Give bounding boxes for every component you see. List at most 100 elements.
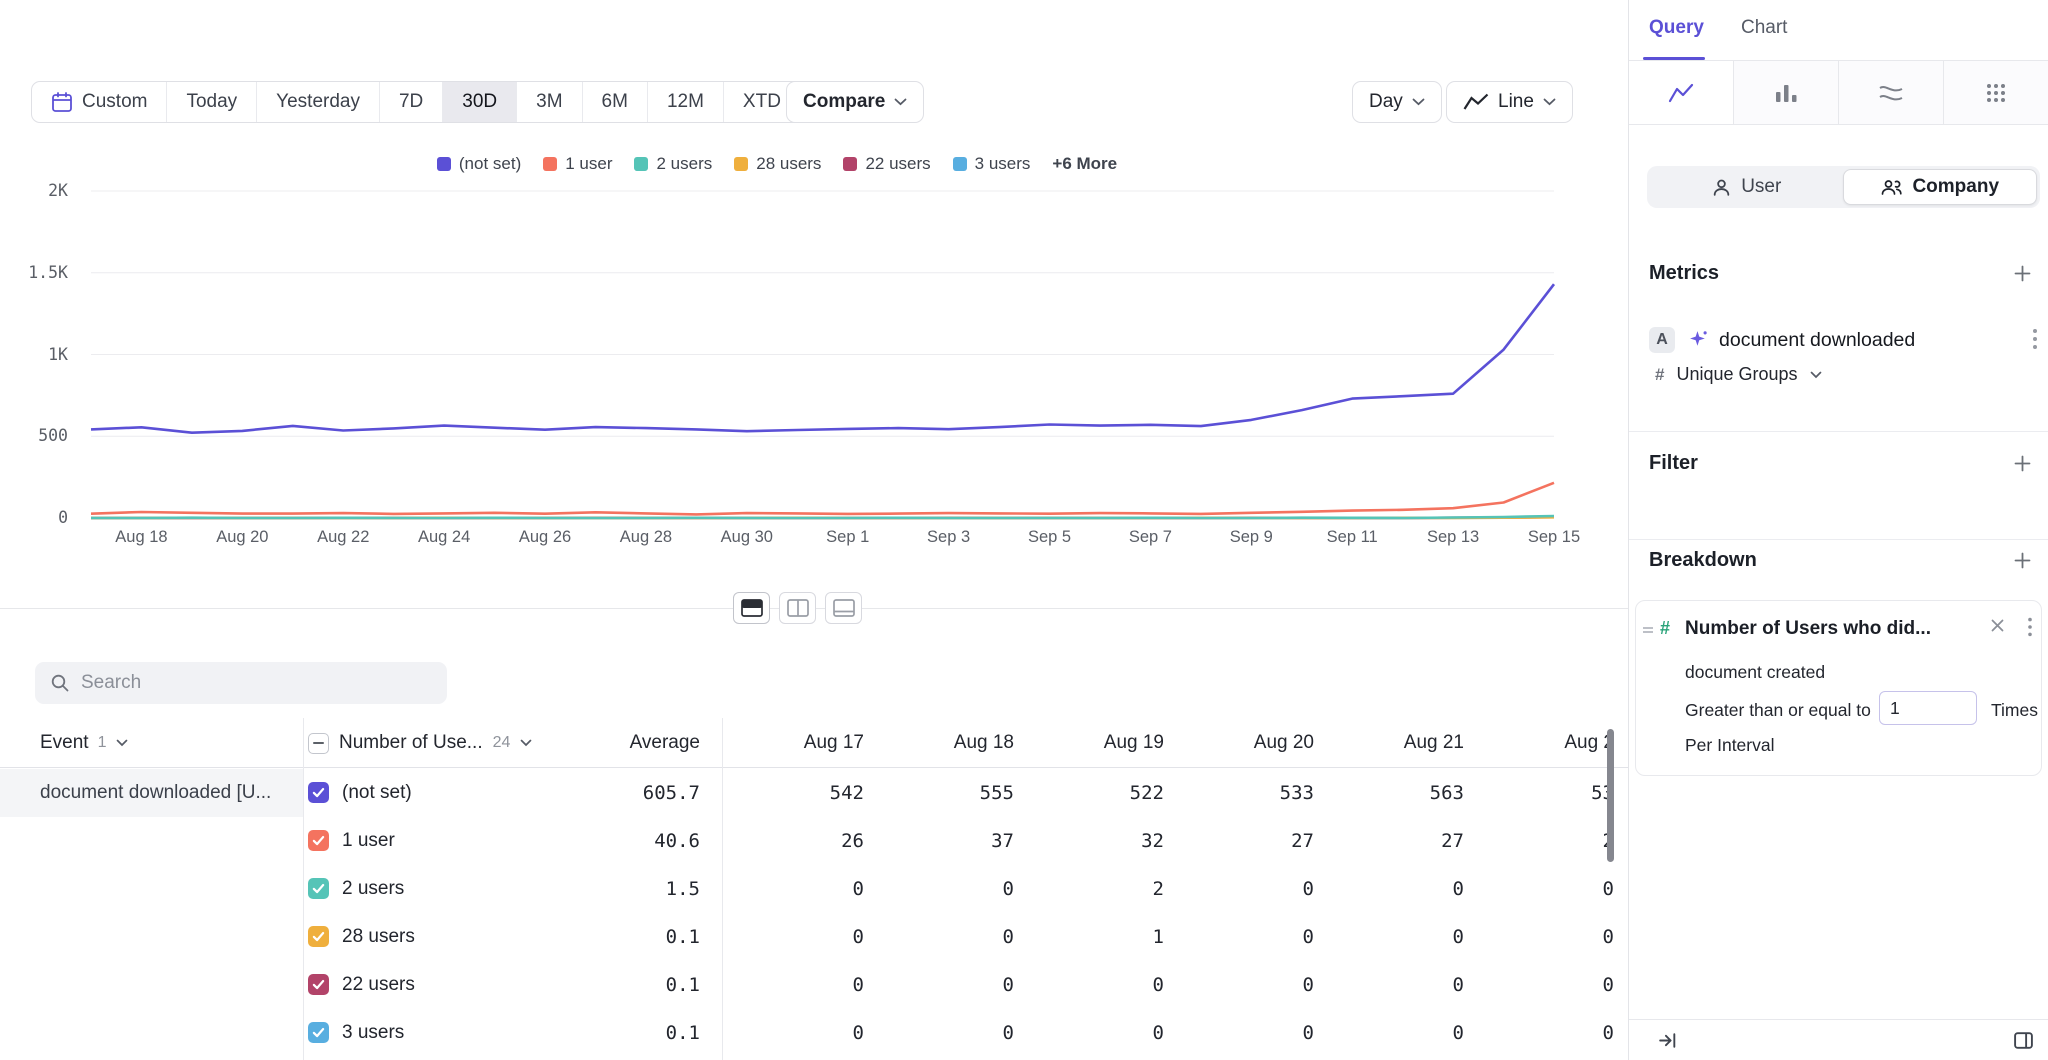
table-rows: (not set)605.7542555522533563531 user40.… [0,769,1628,1057]
legend-item[interactable]: 2 users [634,154,712,174]
toggle-company[interactable]: Company [1843,169,2038,205]
cell-value: 37 [872,817,1022,865]
cell-value: 522 [1022,769,1172,817]
legend-more[interactable]: +6 More [1052,154,1117,174]
chevron-down-icon [1810,371,1822,379]
series-checkbox[interactable] [308,926,329,947]
date-column-header: Aug 19 [1022,718,1172,768]
series-checkbox[interactable] [308,878,329,899]
series-label: 1 user [342,817,395,865]
cell-value: 0 [722,865,872,913]
search-input[interactable] [81,672,432,694]
group-column-label: Number of Use... [339,732,483,754]
select-all-checkbox[interactable] [308,733,329,754]
cell-value: 0 [1472,961,1622,1009]
series-line[interactable] [91,284,1554,433]
chart-legend: (not set) 1 user 2 users 28 users 22 users 3 … [0,154,1554,174]
date-column-header: Aug 20 [1172,718,1322,768]
cell-value: 0 [872,1009,1022,1057]
table-row: 1 user40.626373227272 [0,817,1628,865]
line-chart-svg[interactable] [91,191,1554,518]
row-values: 54255552253356353 [722,769,1622,817]
chart-only-view-icon[interactable] [779,592,816,624]
breakdown-operator[interactable]: Greater than or equal to [1685,700,1871,721]
date-column-header: Aug 17 [722,718,872,768]
chevron-down-icon [116,739,128,747]
series-line[interactable] [91,516,1554,518]
event-column-header[interactable]: Event 1 [40,718,128,768]
add-metric-button[interactable] [2013,264,2032,288]
cell-value: 0 [1472,865,1622,913]
tab-chart[interactable]: Chart [1741,17,1787,39]
group-column-header[interactable]: Number of Use... 24 [308,718,532,768]
x-axis-label: Sep 1 [798,528,898,547]
series-label: 3 users [342,1009,404,1057]
metric-event-name[interactable]: document downloaded [1719,329,1915,352]
series-checkbox[interactable] [308,830,329,851]
cell-value: 0 [1172,913,1322,961]
legend-item[interactable]: 28 users [734,154,821,174]
y-axis-label: 1K [10,345,68,364]
average-value: 605.7 [540,769,700,817]
legend-swatch [843,157,857,171]
cell-value: 0 [1472,913,1622,961]
more-chart-types-icon[interactable] [1944,61,2048,124]
series-line[interactable] [91,483,1554,515]
breakdown-per-interval[interactable]: Per Interval [1685,735,1774,756]
cell-value: 1 [1022,913,1172,961]
query-panel: Query Chart User Company Metrics A [1628,0,2048,1060]
number-property-icon: # [1655,365,1664,385]
breakdown-property-title[interactable]: Number of Users who did... [1685,618,1931,640]
tab-query[interactable]: Query [1649,17,1704,39]
segmentation-chart-icon[interactable] [1629,61,1734,124]
series-checkbox[interactable] [308,974,329,995]
cell-value: 32 [1022,817,1172,865]
legend-item[interactable]: (not set) [437,154,521,174]
collapse-panel-icon[interactable] [1657,1030,1678,1056]
breakdown-event-name[interactable]: document created [1685,662,1825,683]
toggle-user-label: User [1741,176,1781,198]
panel-layout-icon[interactable] [2013,1030,2034,1056]
toggle-company-label: Company [1912,176,1999,198]
cell-value: 0 [1022,961,1172,1009]
series-label: 28 users [342,913,415,961]
add-filter-button[interactable] [2013,454,2032,478]
x-axis-label: Aug 22 [293,528,393,547]
cell-value: 542 [722,769,872,817]
active-tab-underline [1643,57,1705,60]
close-icon[interactable] [1990,618,2005,638]
funnel-chart-icon[interactable] [1734,61,1839,124]
table-row: 22 users0.1000000 [0,961,1628,1009]
y-axis-label: 2K [10,181,68,200]
toggle-user[interactable]: User [1650,169,1843,205]
legend-swatch [543,157,557,171]
cell-value: 563 [1322,769,1472,817]
breakdown-value-input[interactable] [1879,691,1977,725]
cell-value: 27 [1172,817,1322,865]
cell-value: 0 [722,913,872,961]
flow-chart-icon[interactable] [1839,61,1944,124]
average-column-header: Average [540,718,700,768]
metrics-section-title: Metrics [1649,262,1719,285]
measure-selector[interactable]: # Unique Groups [1655,364,1822,385]
table-only-view-icon[interactable] [825,592,862,624]
x-axis-label: Aug 18 [91,528,191,547]
legend-item[interactable]: 22 users [843,154,930,174]
row-values: 002000 [722,865,1622,913]
cell-value: 0 [872,913,1022,961]
average-value: 0.1 [540,961,700,1009]
legend-item[interactable]: 1 user [543,154,612,174]
row-values: 000000 [722,961,1622,1009]
vertical-scrollbar[interactable] [1607,729,1614,862]
cell-value: 0 [1172,961,1322,1009]
kebab-icon[interactable] [2027,617,2033,642]
add-breakdown-button[interactable] [2013,551,2032,575]
series-checkbox[interactable] [308,782,329,803]
x-axis-label: Sep 15 [1504,528,1604,547]
metric-kebab-icon[interactable] [2032,328,2038,355]
split-view-icon[interactable] [733,592,770,624]
cell-value: 0 [1172,865,1322,913]
drag-handle-icon[interactable] [1642,623,1654,641]
legend-item[interactable]: 3 users [953,154,1031,174]
series-checkbox[interactable] [308,1022,329,1043]
